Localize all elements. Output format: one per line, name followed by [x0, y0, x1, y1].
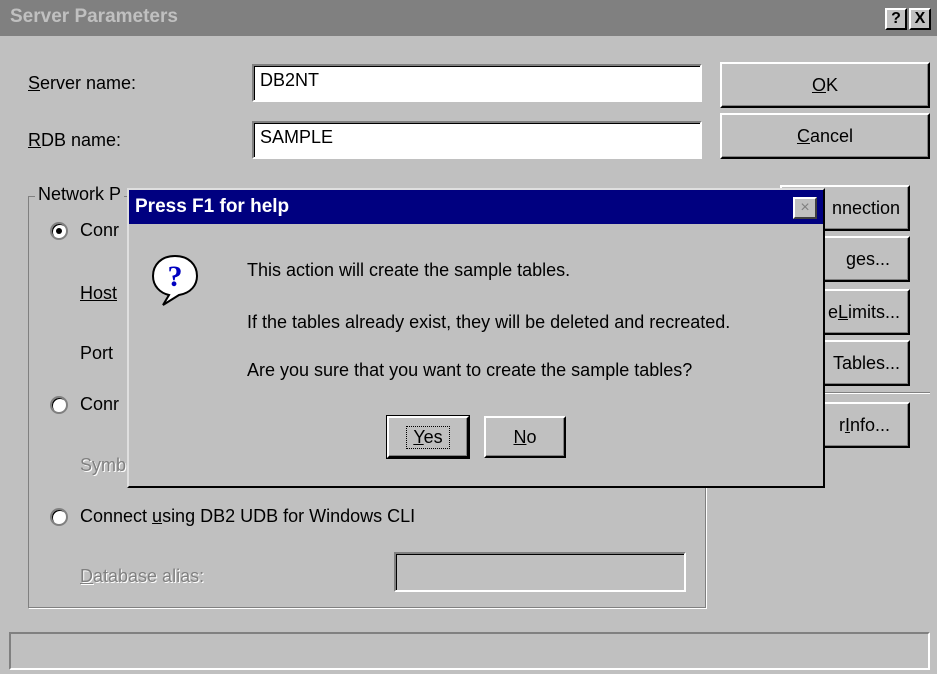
ok-button[interactable]: OK [720, 62, 930, 108]
dialog-message-line3: Are you sure that you want to create the… [247, 360, 693, 380]
server-name-label: Server name: [28, 73, 137, 93]
rdb-name-label: RDB name: [28, 130, 122, 150]
connect-cli-label: Connect using DB2 UDB for Windows CLI [80, 506, 416, 526]
svg-text:?: ? [168, 260, 183, 293]
database-alias-input[interactable] [394, 552, 686, 592]
dialog-title: Press F1 for help [135, 196, 290, 217]
symbolic-dest-label: Symb [80, 455, 127, 475]
dialog-message-line1: This action will create the sample table… [247, 260, 571, 280]
connect-option2-label: Conr [80, 394, 120, 414]
radio-connect-option1[interactable] [50, 222, 68, 240]
dialog-close-icon[interactable]: × [793, 197, 817, 219]
help-button[interactable]: ? [885, 8, 907, 30]
database-alias-label: Database alias: [80, 566, 205, 586]
close-button[interactable]: X [909, 8, 931, 30]
host-label: Host [80, 283, 118, 303]
radio-connect-option2[interactable] [50, 396, 68, 414]
status-bar [9, 632, 930, 670]
no-button[interactable]: No [484, 416, 566, 458]
window-title: Server Parameters [10, 6, 178, 27]
confirm-dialog: Press F1 for help × ? This action will c… [127, 188, 825, 488]
server-name-input[interactable]: DB2NT [252, 64, 702, 102]
network-group-legend: Network P [35, 184, 125, 205]
dialog-message-line2: If the tables already exist, they will b… [247, 312, 731, 332]
question-icon: ? [151, 254, 199, 306]
rdb-name-input[interactable]: SAMPLE [252, 121, 702, 159]
radio-connect-cli[interactable] [50, 508, 68, 526]
port-label: Port [80, 343, 114, 363]
yes-button[interactable]: Yes [386, 415, 470, 459]
cancel-button[interactable]: Cancel [720, 113, 930, 159]
connect-option1-label: Conr [80, 220, 120, 240]
